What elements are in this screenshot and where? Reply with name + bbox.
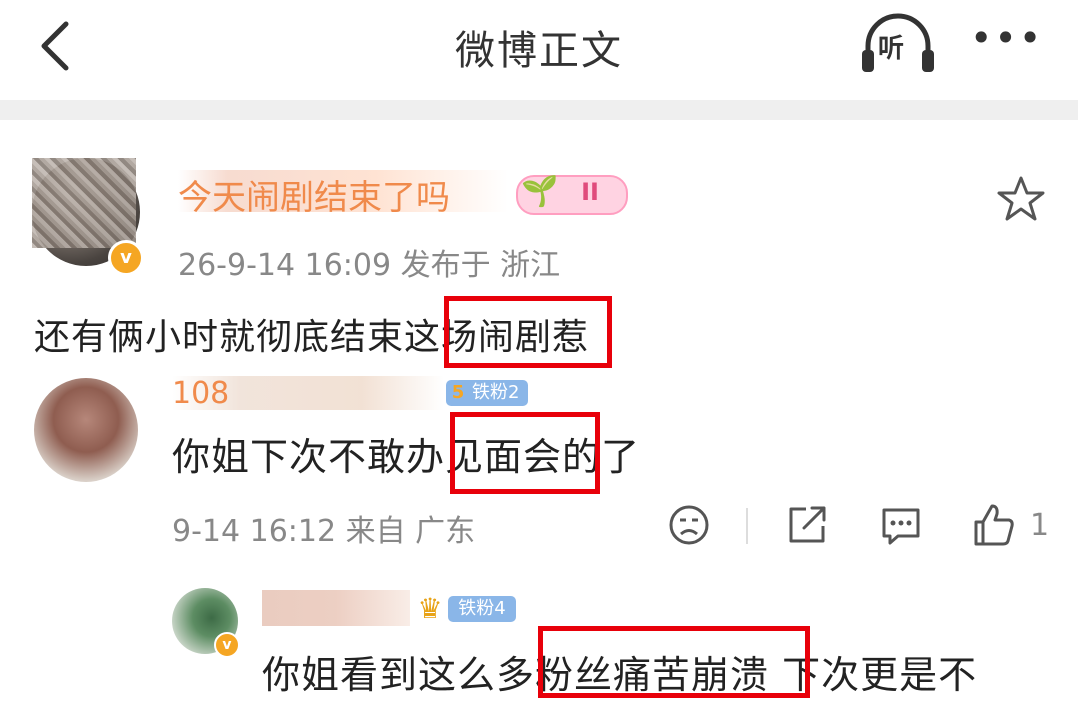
- star-icon[interactable]: [996, 174, 1046, 224]
- avatar-mosaic: [32, 158, 136, 248]
- highlight-box: [538, 626, 810, 698]
- post-author-name[interactable]: 今天闹剧结束了吗: [178, 170, 508, 212]
- mascot-icon: 🌱: [521, 174, 559, 209]
- share-icon[interactable]: [782, 500, 832, 550]
- sad-face-icon[interactable]: [664, 500, 714, 550]
- post-meta: 26-9-14 16:09 发布于 浙江: [178, 248, 561, 283]
- verified-icon: v: [214, 632, 240, 658]
- comment-icon[interactable]: [876, 500, 926, 550]
- action-separator: [746, 508, 748, 544]
- more-icon[interactable]: •••: [970, 16, 1041, 66]
- verified-icon: v: [108, 240, 144, 276]
- listen-label: 听: [878, 34, 905, 64]
- comment-avatar[interactable]: [34, 378, 138, 482]
- comment-meta: 9-14 16:12 来自 广东: [172, 514, 476, 549]
- crown-icon: ♛: [417, 592, 443, 625]
- highlight-box: [444, 296, 612, 368]
- reply-author-name[interactable]: [262, 590, 410, 626]
- fan-badge: 铁粉4: [448, 596, 516, 622]
- highlight-box: [450, 412, 600, 494]
- level-badge-text: II: [581, 178, 599, 206]
- like-count: 1: [1030, 508, 1050, 543]
- section-divider: [0, 100, 1078, 120]
- comment-author-name[interactable]: 108: [172, 376, 444, 410]
- like-icon[interactable]: [968, 500, 1018, 550]
- fan-level-icon: 5: [451, 382, 465, 403]
